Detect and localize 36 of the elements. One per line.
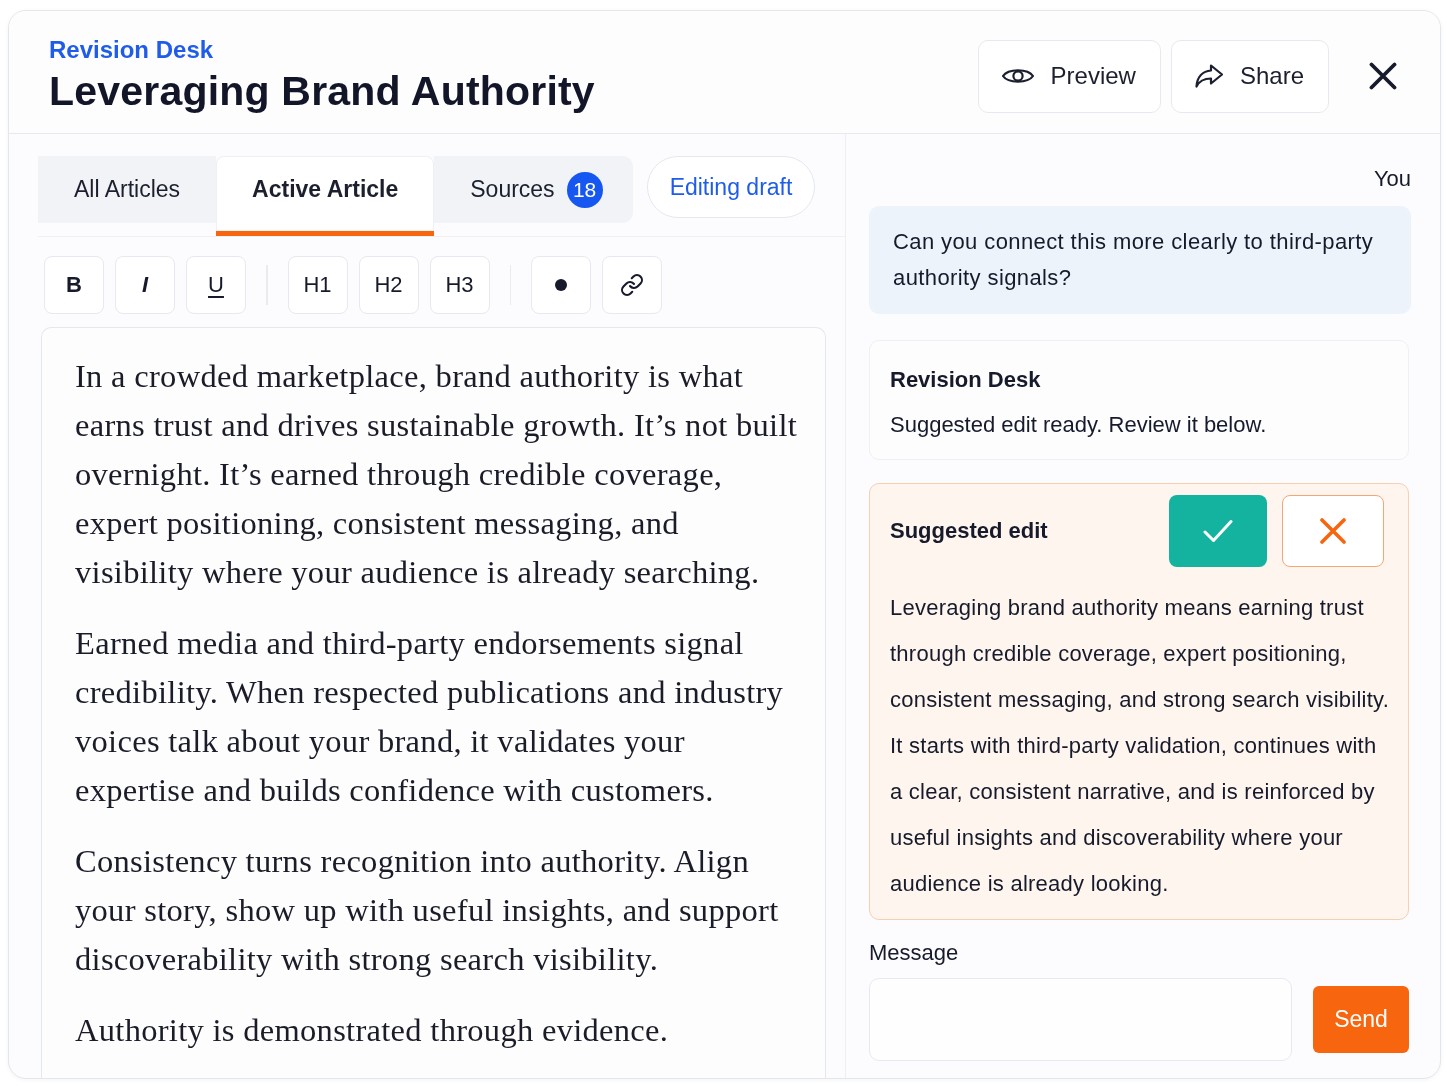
paragraph: Earned media and third-party endorsements signal credibility. When respected publications and industry voices talk about your brand, it validates your expertise and builds confidence with customers.: [75, 624, 785, 810]
status-pill-label: Editing draft: [669, 173, 793, 201]
author-label: You: [1372, 165, 1411, 193]
link-button[interactable]: [602, 256, 662, 314]
link-icon: [620, 273, 644, 297]
heading-button[interactable]: H2: [358, 256, 419, 314]
close-icon: [1369, 62, 1397, 90]
message-text: Suggested edit ready. Review it below.: [890, 411, 1268, 439]
dot-icon: [555, 279, 567, 291]
editor-panel[interactable]: [41, 327, 826, 1078]
reject-button[interactable]: [1282, 495, 1384, 567]
user-message: Can you connect this more clearly to third-party authority signals?: [869, 206, 1411, 314]
author-name: Revision Desk: [890, 366, 1042, 394]
count-badge: 18: [566, 171, 603, 208]
cross-icon: [1320, 518, 1346, 544]
message-input[interactable]: [869, 978, 1292, 1061]
share-icon: [1193, 63, 1224, 89]
suggestion-text: Leveraging brand authority means earning trust through credible coverage, expert positioning, consistent messaging, and strong search visibility. It starts with third-party validation, continues with a clear, consistent narrative, and is reinforced by useful insights and discoverability where your audience is already looking.: [890, 594, 1391, 898]
preview-button[interactable]: Preview: [977, 39, 1161, 113]
paragraph: In a crowded marketplace, brand authority is what earns trust and drives sustainable growth. It’s not built overnight. It’s earned through credible coverage, expert positioning, consistent messaging, and visibility where your audience is already searching.: [75, 357, 799, 592]
paragraph: Consistency turns recognition into authority. Align your story, show up with useful insights, and support discoverability with strong search visibility.: [75, 842, 780, 979]
share-button[interactable]: Share: [1170, 39, 1329, 113]
italic-button[interactable]: I: [115, 256, 175, 314]
tab[interactable]: Active Article: [216, 156, 435, 236]
page-title: Leveraging Brand Authority: [49, 67, 595, 116]
bold-button[interactable]: B: [44, 256, 104, 314]
suggestion-title: Suggested edit: [890, 518, 1049, 544]
heading-button[interactable]: H1: [287, 256, 348, 314]
check-icon: [1203, 519, 1233, 543]
underline-button[interactable]: U: [186, 256, 246, 314]
app-name: Revision Desk: [49, 35, 215, 65]
paragraph: Authority is demonstrated through evidence.: [75, 1011, 670, 1050]
heading-button[interactable]: H3: [429, 256, 490, 314]
bullet-list-button[interactable]: [531, 256, 591, 314]
field-label: Message: [869, 939, 960, 967]
tab[interactable]: All Articles: [38, 156, 217, 223]
